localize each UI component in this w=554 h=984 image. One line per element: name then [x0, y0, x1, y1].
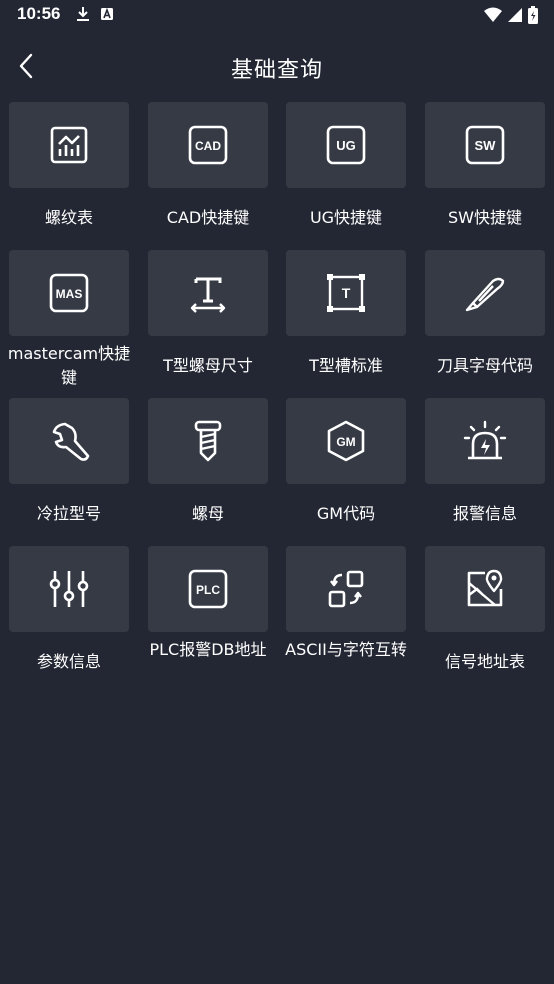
tile-label: 报警信息	[452, 504, 517, 523]
alarm-icon	[463, 420, 507, 462]
battery-icon	[528, 6, 538, 24]
chart-icon	[50, 126, 88, 164]
tile-tool-letter-code[interactable]: 刀具字母代码	[425, 250, 545, 398]
screw-icon	[193, 419, 223, 463]
map-pin-icon	[465, 569, 505, 609]
tile-icon-box: MAS	[9, 250, 129, 336]
tile-icon-box	[286, 546, 406, 632]
tile-icon-box	[9, 398, 129, 484]
tile-label: SW快捷键	[448, 208, 522, 227]
download-icon	[76, 6, 90, 22]
gm-icon-text: GM	[336, 435, 355, 449]
signal-icon	[508, 7, 522, 23]
tile-gm-code[interactable]: GM GM代码	[286, 398, 406, 546]
tile-label: 刀具字母代码	[436, 356, 533, 375]
text-dimension-icon	[188, 273, 228, 313]
sw-icon: SW	[465, 125, 505, 165]
cad-icon: CAD	[188, 125, 228, 165]
tile-signal-address-table[interactable]: 信号地址表	[425, 546, 545, 694]
sw-icon-text: SW	[475, 138, 497, 153]
tile-icon-box: T	[286, 250, 406, 336]
ug-icon: UG	[326, 125, 366, 165]
tile-label: 螺母	[191, 504, 224, 523]
tile-icon-box	[425, 546, 545, 632]
tile-ug-shortcuts[interactable]: UG UG快捷键	[286, 102, 406, 250]
tile-cad-shortcuts[interactable]: CAD CAD快捷键	[148, 102, 268, 250]
wifi-icon	[484, 7, 502, 23]
tile-icon-box	[425, 398, 545, 484]
tile-ascii-convert[interactable]: ASCII与字符互转	[285, 546, 407, 694]
status-system-icons	[484, 6, 538, 24]
tile-thread-table[interactable]: 螺纹表	[9, 102, 129, 250]
tile-label: 信号地址表	[444, 652, 525, 671]
status-notification-icons	[76, 6, 114, 22]
t-slot-icon-text: T	[342, 285, 351, 301]
tile-label: T型槽标准	[309, 356, 383, 375]
tile-parameter-info[interactable]: 参数信息	[9, 546, 129, 694]
tile-t-slot-standard[interactable]: T T型槽标准	[286, 250, 406, 398]
tile-mastercam-shortcuts[interactable]: MAS mastercam快捷键	[8, 250, 130, 398]
tile-label: ASCII与字符互转	[285, 640, 407, 659]
gm-hexagon-icon: GM	[326, 420, 366, 462]
tile-icon-box	[148, 250, 268, 336]
tile-cold-drawn-model[interactable]: 冷拉型号	[9, 398, 129, 546]
ug-icon-text: UG	[336, 138, 356, 153]
tile-label: 螺纹表	[44, 208, 93, 227]
tile-label: mastercam快捷键	[7, 344, 131, 387]
tile-label: PLC报警DB地址	[149, 640, 267, 659]
header: 基础查询	[0, 40, 554, 96]
knife-icon	[463, 273, 507, 313]
tile-icon-box	[9, 546, 129, 632]
sliders-icon	[47, 569, 91, 609]
cad-icon-text: CAD	[195, 139, 221, 153]
tile-label: CAD快捷键	[166, 208, 250, 227]
tile-t-nut-size[interactable]: T型螺母尺寸	[148, 250, 268, 398]
tile-icon-box: GM	[286, 398, 406, 484]
tile-label: T型螺母尺寸	[163, 356, 253, 375]
page-title: 基础查询	[230, 58, 323, 83]
tile-icon-box	[425, 250, 545, 336]
status-bar: 10:56	[0, 0, 554, 32]
tile-icon-box: UG	[286, 102, 406, 188]
wrench-icon	[48, 420, 90, 462]
convert-icon	[326, 569, 366, 609]
tile-nut[interactable]: 螺母	[148, 398, 268, 546]
tile-label: GM代码	[316, 504, 376, 523]
tile-label: UG快捷键	[309, 208, 383, 227]
app-a-icon	[100, 6, 114, 22]
tile-alarm-info[interactable]: 报警信息	[425, 398, 545, 546]
tile-label: 冷拉型号	[36, 504, 101, 523]
mas-icon-text: MAS	[56, 287, 83, 301]
plc-icon-text: PLC	[196, 583, 220, 597]
plc-icon: PLC	[188, 569, 228, 609]
tile-icon-box	[9, 102, 129, 188]
tile-icon-box: SW	[425, 102, 545, 188]
tile-icon-box: PLC	[148, 546, 268, 632]
tile-label: 参数信息	[36, 652, 101, 671]
status-time: 10:56	[17, 4, 61, 23]
t-slot-icon: T	[326, 273, 366, 313]
tile-icon-box: CAD	[148, 102, 268, 188]
tile-plc-alarm-db-address[interactable]: PLC PLC报警DB地址	[148, 546, 268, 694]
mas-icon: MAS	[49, 273, 89, 313]
tile-icon-box	[148, 398, 268, 484]
tile-sw-shortcuts[interactable]: SW SW快捷键	[425, 102, 545, 250]
